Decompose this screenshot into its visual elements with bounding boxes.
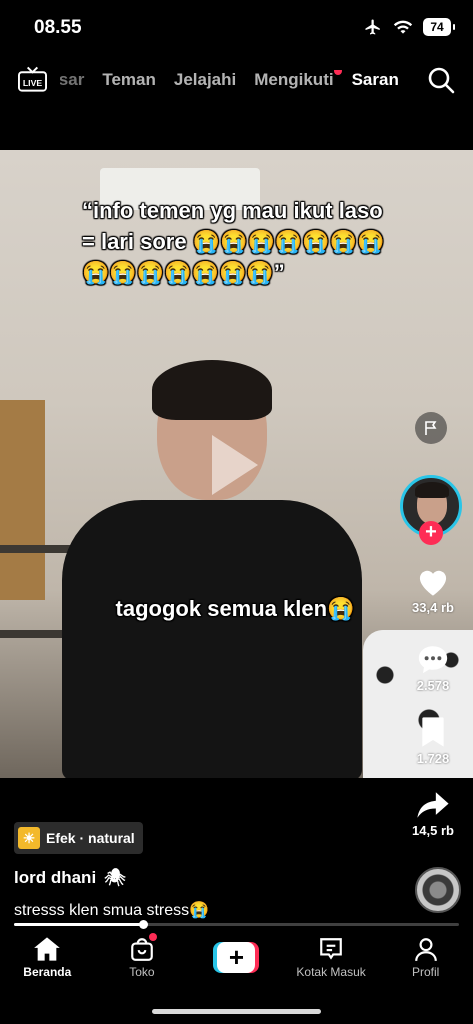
follow-button[interactable]: + (419, 521, 443, 545)
play-icon[interactable] (212, 435, 258, 495)
inbox-message-icon (320, 938, 342, 960)
notification-dot (333, 70, 342, 75)
profile-person-icon (414, 938, 437, 962)
home-indicator[interactable] (152, 1009, 321, 1014)
comment-count: 2.578 (416, 678, 450, 693)
home-icon (34, 937, 61, 961)
feed-tabs: Pasar Teman Jelajahi Mengikuti Saran (60, 70, 413, 90)
status-time: 08.55 (34, 17, 82, 38)
airplane-icon (365, 19, 380, 35)
live-tv-icon[interactable]: LIVE (18, 66, 47, 92)
video-info: ☀ Efek · natural lord dhani 🕷 stresss kl… (14, 822, 374, 920)
share-button[interactable]: 14,5 rb (393, 790, 473, 838)
nav-inbox[interactable]: Kotak Masuk (284, 933, 379, 988)
battery-indicator: 74 (423, 18, 455, 36)
nav-create[interactable]: + (189, 933, 284, 988)
video-caption-top: “info temen yg mau ikut laso = lari sore… (82, 198, 385, 285)
share-count: 14,5 rb (412, 823, 454, 838)
heart-icon (419, 570, 447, 596)
video-caption-middle: tagogok semua klen😭 (115, 596, 355, 621)
tab-jelajahi[interactable]: Jelajahi (174, 70, 236, 90)
nav-home-label: Beranda (23, 965, 72, 979)
person-hair (152, 360, 272, 420)
nav-inbox-label: Kotak Masuk (296, 965, 366, 979)
save-count: 1.728 (416, 751, 450, 766)
music-disc-icon[interactable] (415, 867, 461, 913)
bookmark-icon (422, 717, 444, 747)
video-description[interactable]: stresss klen smua stress😭 (14, 900, 374, 920)
flag-icon (425, 421, 437, 435)
bottom-nav: Beranda Toko + Kotak Masuk Profil (0, 933, 473, 988)
report-button[interactable] (415, 412, 447, 444)
tab-teman[interactable]: Teman (102, 70, 156, 90)
nav-shop-label: Toko (129, 965, 155, 979)
save-button[interactable]: 1.728 (393, 716, 473, 766)
status-bar: 08.55 74 (0, 0, 473, 55)
effect-sun-icon: ☀ (18, 827, 40, 849)
video-progress-bar[interactable] (14, 920, 459, 929)
effect-label: Efek · natural (46, 830, 135, 846)
tab-label: Mengikuti (254, 70, 334, 89)
search-icon[interactable] (427, 66, 455, 94)
tab-saran[interactable]: Saran (352, 70, 399, 90)
spider-emoji-icon: 🕷 (104, 868, 126, 887)
like-button[interactable]: 33,4 rb (393, 565, 473, 615)
avatar-hair (415, 482, 449, 498)
nav-profile-label: Profil (412, 965, 440, 979)
nav-shop[interactable]: Toko (95, 933, 190, 988)
tab-label: Teman (102, 70, 156, 89)
nav-home[interactable]: Beranda (0, 933, 95, 988)
live-label: LIVE (23, 78, 43, 88)
status-icons: 74 (363, 18, 455, 36)
comment-button[interactable]: 2.578 (393, 643, 473, 693)
username-text: lord dhani (14, 868, 97, 887)
effect-chip[interactable]: ☀ Efek · natural (14, 822, 143, 854)
creator-username[interactable]: lord dhani 🕷 (14, 868, 374, 888)
nav-profile[interactable]: Profil (378, 933, 473, 988)
video-person (62, 360, 362, 778)
person-torso (62, 500, 362, 778)
tab-pasar[interactable]: Pasar (60, 70, 84, 90)
top-nav: LIVE Pasar Teman Jelajahi Mengikuti Sara… (0, 58, 473, 106)
tab-label: Saran (351, 70, 399, 89)
notification-dot (148, 933, 157, 941)
comment-icon (418, 646, 448, 674)
progress-fill (14, 923, 144, 926)
create-button[interactable]: + (213, 942, 260, 973)
wifi-icon (393, 20, 413, 34)
plus-icon: + (217, 942, 256, 973)
background-cabinet (0, 400, 45, 600)
tab-label: Jelajahi (173, 70, 237, 89)
progress-knob[interactable] (139, 920, 149, 929)
tab-label: Pasar (60, 70, 85, 89)
tab-mengikuti[interactable]: Mengikuti (254, 70, 342, 90)
share-arrow-icon (417, 792, 449, 818)
like-count: 33,4 rb (412, 600, 454, 615)
